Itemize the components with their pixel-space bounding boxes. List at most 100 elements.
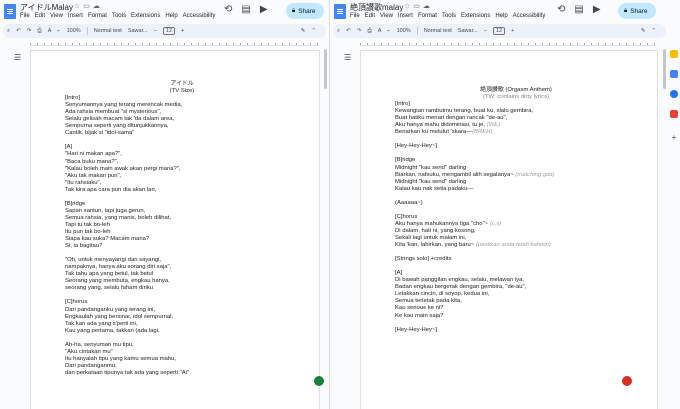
text-line[interactable]: "Hari ni makan apa?", <box>65 151 299 158</box>
print-icon[interactable]: ⎙ <box>367 28 371 35</box>
editing-mode-icon[interactable]: ✎ <box>301 28 306 34</box>
text-line[interactable]: [C]horus <box>65 299 299 306</box>
text-line[interactable]: [C]horus <box>395 214 637 221</box>
text-line[interactable]: Biarkan, nafsuku, mengambil alih segalan… <box>395 172 637 179</box>
star-icon[interactable]: ☆ <box>74 2 80 10</box>
text-line[interactable]: Dari pandanganmu, <box>65 363 299 370</box>
cloud-saved-icon[interactable]: ☁ <box>423 2 430 10</box>
meet-icon[interactable]: ▶ <box>260 4 268 15</box>
text-line[interactable]: Letakkan cincin, di soyop, kedua ini, <box>395 291 637 298</box>
text-line[interactable]: (TV Size) <box>65 88 299 95</box>
comment-icon[interactable]: ▤ <box>574 4 583 15</box>
text-line[interactable] <box>395 136 637 143</box>
text-line[interactable]: Buat hatiku menari dengan rancak "de-au"… <box>395 115 637 122</box>
contacts-icon[interactable] <box>670 90 678 98</box>
explore-icon[interactable] <box>314 376 324 386</box>
text-line[interactable]: Semua rahsia, yang manis, boleh dilihat, <box>65 215 299 222</box>
text-line[interactable]: Selalu gelisah macam tak 'da dalam area, <box>65 116 299 123</box>
text-line[interactable]: "Baca buku mana?", <box>65 159 299 166</box>
text-line[interactable]: "Aku tak makan pun", <box>65 173 299 180</box>
text-line[interactable]: Midnight "kau send" darling <box>395 165 637 172</box>
document-body[interactable]: アイドル (TV Size) [Intro] Senyumannya yang ter… <box>65 81 299 377</box>
text-line[interactable]: Si, ia bagitau? <box>65 243 299 250</box>
text-line[interactable]: Aku hanya mahukannya tiga "cho"~ (c,s) <box>395 221 637 228</box>
text-line[interactable]: [Hey-Hey-Hey~] <box>395 143 637 150</box>
menu-item-extensions[interactable]: Extensions <box>131 13 160 19</box>
scrollbar-thumb[interactable] <box>324 49 327 89</box>
text-line[interactable]: Itu hanyalah tipu yang kamu semua mahu, <box>65 356 299 363</box>
menu-item-format[interactable]: Format <box>88 13 107 19</box>
text-line[interactable]: seorang yang, selalu faham diriku <box>65 285 299 292</box>
text-line[interactable]: Sempurna seperti yang ditunjukkannya, <box>65 123 299 130</box>
menu-item-extensions[interactable]: Extensions <box>461 13 490 19</box>
text-line[interactable] <box>395 320 637 327</box>
add-ons-icon[interactable]: + <box>670 134 678 142</box>
font-select[interactable]: Sawar... <box>458 28 478 34</box>
collapse-toolbar-icon[interactable]: ⌃ <box>651 28 656 34</box>
text-line[interactable]: Cantik, bijak si "idol-sama" <box>65 130 299 137</box>
menu-item-edit[interactable]: Edit <box>35 13 45 19</box>
font-size-input[interactable]: 12 <box>492 27 506 35</box>
menu-item-insert[interactable]: Insert <box>68 13 83 19</box>
vertical-scrollbar[interactable] <box>324 47 327 405</box>
text-line[interactable]: Ke kau main saja? <box>395 313 637 320</box>
menu-item-view[interactable]: View <box>50 13 63 19</box>
text-line[interactable]: [A] <box>65 144 299 151</box>
text-line[interactable]: Di bawah panggilan engkau, selalu, melaw… <box>395 277 637 284</box>
text-line[interactable]: [A] <box>395 270 637 277</box>
text-line[interactable]: Itu pun tak bo-leh <box>65 229 299 236</box>
text-line[interactable]: dan perkataan tipunya tak ada yang seper… <box>65 370 299 377</box>
menu-item-help[interactable]: Help <box>165 13 177 19</box>
collapse-toolbar-icon[interactable]: ⌃ <box>311 28 316 34</box>
move-folder-icon[interactable]: ▭ <box>413 2 420 10</box>
style-select[interactable]: Normal text <box>424 28 452 34</box>
search-menus-icon[interactable]: ⌕ <box>7 28 10 35</box>
text-line[interactable]: アイドル <box>65 81 299 88</box>
zoom-select[interactable]: 100% <box>67 28 81 34</box>
text-line[interactable]: Kau yang pertama, takkan (ada lagi, <box>65 328 299 335</box>
text-line[interactable]: "Oh, untuk menyayangi dan sayangi, <box>65 257 299 264</box>
spellcheck-icon[interactable]: A <box>378 28 382 34</box>
text-line[interactable] <box>65 137 299 144</box>
text-line[interactable]: Sekali lagi untuk malam ini, <box>395 235 637 242</box>
share-button[interactable]: 🔒︎ Share <box>286 3 324 19</box>
font-size-input[interactable]: 12 <box>162 27 176 35</box>
text-line[interactable]: Midnight "kau send" darling <box>395 179 637 186</box>
font-size-increase[interactable]: + <box>511 28 514 34</box>
paint-format-icon[interactable]: ⌐ <box>57 28 60 34</box>
history-icon[interactable]: ⟲ <box>224 4 232 15</box>
text-line[interactable] <box>395 150 637 157</box>
document-page[interactable]: 絶頂讃歌 (Orgasm Anthem) (TW: contains dirty … <box>360 50 658 409</box>
text-line[interactable]: (TW: contains dirty lyrics) <box>395 94 637 101</box>
text-line[interactable]: [B]ridge <box>65 201 299 208</box>
google-docs-icon[interactable] <box>4 4 16 19</box>
redo-icon[interactable]: ↷ <box>27 28 32 34</box>
cloud-saved-icon[interactable]: ☁ <box>93 2 100 10</box>
text-line[interactable]: Benarkan ku melutut 'skarа—(BREH) <box>395 129 637 136</box>
text-line[interactable]: Kau serious ke ni? <box>395 305 637 312</box>
editing-mode-icon[interactable]: ✎ <box>641 28 646 34</box>
text-line[interactable]: Seorang yang membuta, engkau hanya, <box>65 278 299 285</box>
text-line[interactable]: Di dalam, hati ni, yang kosong, <box>395 228 637 235</box>
text-line[interactable]: nampaknya, hanya aku sorang diri saja", <box>65 264 299 271</box>
text-line[interactable]: Badan engkau bergerak dengan gembira, "d… <box>395 284 637 291</box>
text-line[interactable]: Dari pandanganku yang terang ini, <box>65 307 299 314</box>
text-line[interactable]: Semua terletak pada kita, <box>395 298 637 305</box>
text-line[interactable] <box>395 249 637 256</box>
text-line[interactable]: 絶頂讃歌 (Orgasm Anthem) <box>395 87 637 94</box>
google-docs-icon[interactable] <box>334 4 346 19</box>
text-line[interactable]: [B]ridge <box>395 157 637 164</box>
style-select[interactable]: Normal text <box>94 28 122 34</box>
paint-format-icon[interactable]: ⌐ <box>387 28 390 34</box>
menu-item-view[interactable]: View <box>380 13 393 19</box>
document-title[interactable]: アイドルMalay <box>20 2 73 13</box>
text-line[interactable]: [Hey-Hey-Hey~] <box>395 327 637 334</box>
text-line[interactable]: Ada rahsia membuat "si mysterious", <box>65 109 299 116</box>
text-line[interactable]: Kewangian rambutmu terang, buat ku, slal… <box>395 108 637 115</box>
text-line[interactable]: (Aaaaaa~) <box>395 200 637 207</box>
text-line[interactable]: Aku hanya mahu didominasi, tu je, (WE) <box>395 122 637 129</box>
move-folder-icon[interactable]: ▭ <box>83 2 90 10</box>
menu-item-accessibility[interactable]: Accessibility <box>513 13 546 19</box>
document-page[interactable]: アイドル (TV Size) [Intro] Senyumannya yang ter… <box>30 50 320 409</box>
menu-item-help[interactable]: Help <box>495 13 507 19</box>
